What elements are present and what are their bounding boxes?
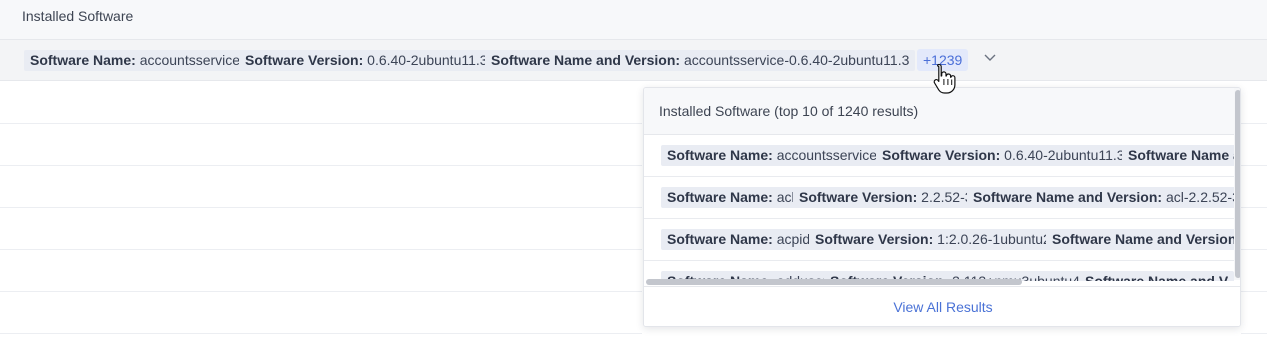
software-name-pill: Software Name: acpid	[661, 229, 817, 250]
pill-key: Software Version:	[799, 189, 918, 205]
table-divider	[0, 207, 642, 208]
software-name-version-pill: Software Name and Version: acl-2.2.52-3	[967, 187, 1234, 208]
section-header: Installed Software	[0, 0, 1267, 40]
horizontal-scrollbar-thumb[interactable]	[646, 279, 1022, 285]
pill-key: Software Name and Version:	[1052, 231, 1234, 247]
pill-key: Software Name:	[667, 189, 773, 205]
pill-key: Software Name:	[667, 231, 773, 247]
software-name-pill: Software Name: acl	[661, 187, 801, 208]
software-version-pill: Software Version: 0.6.40-2ubuntu11.3	[239, 50, 494, 71]
dropdown-title: Installed Software (top 10 of 1240 resul…	[659, 103, 919, 119]
software-name-version-pill: Software Name and V	[1079, 271, 1234, 281]
dropdown-footer: View All Results	[644, 286, 1240, 326]
table-divider	[1241, 207, 1267, 208]
pill-value: acl	[776, 189, 795, 205]
installed-software-panel: Installed Software Software Name: accoun…	[0, 0, 1267, 354]
list-item[interactable]: Software Name: acl Software Version: 2.2…	[644, 177, 1234, 219]
table-divider	[1241, 249, 1267, 250]
software-name-version-pill: Software Name and Version:	[1046, 229, 1234, 250]
software-version-pill: Software Version: 1:2.0.26-1ubuntu2	[809, 229, 1057, 250]
results-dropdown: Installed Software (top 10 of 1240 resul…	[643, 87, 1241, 327]
table-divider	[0, 123, 642, 124]
pill-value: 0.6.40-2ubuntu11.3	[1004, 147, 1125, 163]
table-divider	[0, 333, 642, 334]
table-divider	[1241, 333, 1267, 334]
pill-key: Software Name and Version:	[973, 189, 1163, 205]
pill-value: acpid	[776, 231, 811, 247]
software-name-version-pill: Software Name and Version: accountsservi…	[485, 50, 916, 71]
pill-key: Software Version:	[882, 147, 1001, 163]
software-version-pill: Software Version: 0.6.40-2ubuntu11.3	[876, 145, 1131, 166]
list-item[interactable]: Software Name: accountsservice Software …	[644, 135, 1234, 177]
table-divider	[0, 249, 642, 250]
pill-value: accountsservice-0.6.40-2ubuntu11.3	[683, 52, 910, 68]
section-title: Installed Software	[22, 8, 134, 24]
vertical-scrollbar-thumb[interactable]	[1235, 90, 1240, 278]
software-version-pill: Software Version: 2.2.52-3	[793, 187, 979, 208]
pill-value: 1:2.0.26-1ubuntu2	[937, 231, 1051, 247]
hand-pointer-icon	[933, 63, 956, 94]
software-name-version-pill: Software Name a	[1122, 145, 1234, 166]
pill-key: Software Name:	[30, 52, 136, 68]
pill-key: Software Name a	[1128, 147, 1234, 163]
table-divider	[0, 165, 642, 166]
list-item[interactable]: Software Name: adduser Software Version:…	[644, 261, 1234, 281]
pill-value: 0.6.40-2ubuntu11.3	[367, 52, 488, 68]
pill-key: Software Version:	[815, 231, 934, 247]
pill-key: Software Version:	[245, 52, 364, 68]
table-divider	[1241, 123, 1267, 124]
table-divider	[1241, 165, 1267, 166]
view-all-results-link[interactable]: View All Results	[644, 299, 1240, 315]
pill-key: Software Name and V	[1085, 273, 1229, 281]
dropdown-results-list[interactable]: Software Name: accountsservice Software …	[644, 135, 1234, 281]
table-divider	[0, 291, 642, 292]
pill-value: accountsservice	[139, 52, 241, 68]
pill-value: 2.2.52-3	[921, 189, 973, 205]
chevron-down-icon[interactable]	[984, 53, 996, 63]
pill-key: Software Name:	[667, 147, 773, 163]
table-divider	[1241, 291, 1267, 292]
list-item[interactable]: Software Name: acpid Software Version: 1…	[644, 219, 1234, 261]
pill-value: accountsservice	[776, 147, 878, 163]
pill-value: acl-2.2.52-3	[1165, 189, 1234, 205]
software-name-pill: Software Name: accountsservice	[661, 145, 884, 166]
software-name-pill: Software Name: accountsservice	[24, 50, 247, 71]
pill-key: Software Name and Version:	[491, 52, 681, 68]
summary-row[interactable]: Software Name: accountsservice Software …	[0, 40, 1267, 81]
